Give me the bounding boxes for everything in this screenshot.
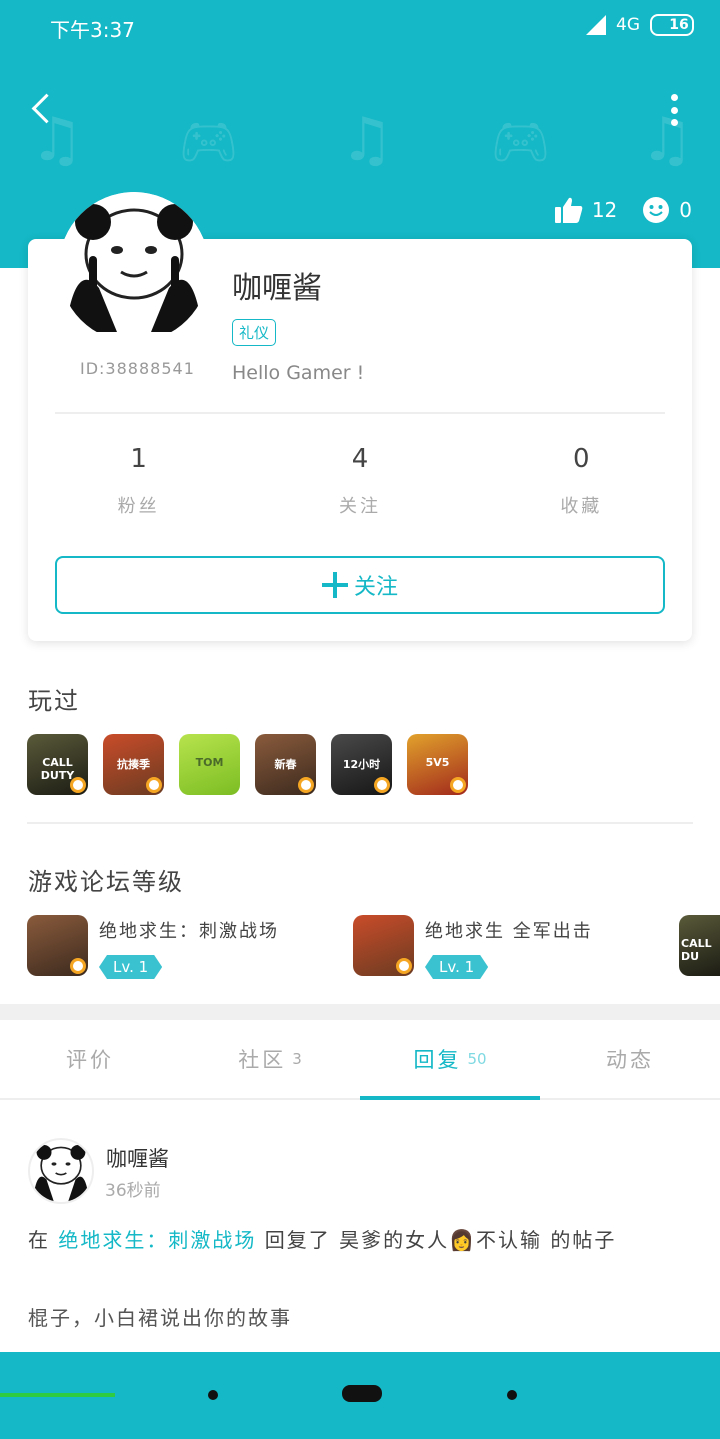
status-bar: 下午3:37 4G 16 [0, 14, 720, 44]
count-label: 收藏 [560, 496, 603, 517]
plus-icon [321, 572, 348, 598]
smile-count: 0 [679, 198, 692, 222]
following-count[interactable]: 4 关注 [249, 444, 470, 518]
tencent-badge-icon [450, 777, 466, 793]
forum-level-item[interactable]: 绝地求生 全军出击 Lv. 1 [353, 915, 593, 979]
forum-level-item[interactable]: 绝地求生：刺激战场 Lv. 1 [27, 915, 279, 979]
tencent-badge-icon [298, 777, 314, 793]
post-prefix: 在 [28, 1228, 50, 1252]
game-icon-pubg-mobile[interactable]: 新春 [255, 734, 316, 795]
count-label: 粉丝 [117, 496, 160, 517]
played-games-list: CALL DUTY 抗揍季 TOM 新春 12小时 5V5 [27, 734, 468, 795]
profile-tabs: 评价 社区 3 回复 50 动态 [0, 1020, 720, 1100]
game-label: 抗揍季 [117, 758, 150, 771]
tab-activity[interactable]: 动态 [540, 1020, 720, 1098]
nav-indicator-line [0, 1393, 115, 1397]
count-value: 1 [130, 444, 147, 474]
game-icon-pubg-full [353, 915, 414, 976]
gamepad-icon: 🎮︎ [490, 114, 551, 170]
profile-card: ID:38888541 咖喱酱 礼仪 Hello Gamer ! 1 粉丝 4 … [28, 192, 692, 641]
forum-level-title: 游戏论坛等级 [28, 868, 184, 896]
post-action: 回复了 昊爹的女人 [264, 1228, 450, 1252]
gamepad-icon: 🎮︎ [178, 114, 239, 170]
game-icon-pubg-full[interactable]: 抗揍季 [103, 734, 164, 795]
tab-label: 社区 [238, 1048, 287, 1072]
fans-count[interactable]: 1 粉丝 [28, 444, 249, 518]
status-time: 下午3:37 [50, 18, 135, 42]
tencent-badge-icon [70, 958, 86, 974]
game-label: 12小时 [342, 758, 381, 771]
post-body[interactable]: 棍子，小白裙说出你的故事 [28, 1302, 292, 1331]
post-author-avatar[interactable] [28, 1138, 94, 1204]
tab-replies[interactable]: 回复 50 [360, 1020, 540, 1100]
battery-level: 16 [669, 17, 689, 33]
game-icon-call-of-duty[interactable]: CALL DUTY [27, 734, 88, 795]
count-value: 4 [351, 444, 369, 474]
tencent-badge-icon [146, 777, 162, 793]
tab-count: 3 [292, 1050, 302, 1068]
tab-community[interactable]: 社区 3 [180, 1020, 360, 1098]
game-icon-talking-tom[interactable]: TOM [179, 734, 240, 795]
count-value: 0 [573, 444, 590, 474]
post-timestamp: 36秒前 [105, 1181, 161, 1201]
count-label: 关注 [338, 496, 381, 517]
forum-name: 绝地求生：刺激战场 [99, 921, 279, 942]
section-separator [0, 1004, 720, 1020]
game-label: TOM [195, 756, 224, 769]
more-options-icon[interactable] [664, 90, 684, 130]
signal-icon [586, 15, 606, 35]
follow-button[interactable]: 关注 [55, 556, 665, 614]
smile-icon[interactable] [641, 195, 671, 225]
follow-label: 关注 [353, 575, 398, 600]
post-suffix: 不认输 的帖子 [475, 1228, 617, 1252]
profile-reactions: 12 0 [554, 195, 692, 225]
system-nav-bar [0, 1352, 720, 1439]
nav-menu-button[interactable] [208, 1390, 218, 1400]
game-icon-honor-of-kings[interactable]: 5V5 [407, 734, 468, 795]
username: 咖喱酱 [232, 271, 322, 306]
divider [55, 412, 665, 414]
back-arrow-icon[interactable] [26, 90, 62, 130]
tab-label: 回复 [413, 1048, 462, 1072]
tencent-badge-icon [70, 777, 86, 793]
tencent-badge-icon [374, 777, 390, 793]
tab-label: 动态 [606, 1048, 654, 1072]
forum-link[interactable]: 绝地求生：刺激战场 [58, 1228, 256, 1252]
profile-counts: 1 粉丝 4 关注 0 收藏 [28, 444, 692, 518]
level-badge: Lv. 1 [425, 955, 488, 979]
user-id: ID:38888541 [80, 359, 195, 378]
game-icon-call-of-duty[interactable]: CALL DU [679, 915, 720, 976]
woman-emoji-icon: 👩 [449, 1228, 476, 1252]
post-summary: 在 绝地求生：刺激战场 回复了 昊爹的女人👩不认输 的帖子 [28, 1222, 692, 1258]
played-section-title: 玩过 [28, 687, 80, 715]
level-badge: Lv. 1 [99, 955, 162, 979]
avatar[interactable] [59, 192, 209, 342]
forum-name: 绝地求生 全军出击 [425, 921, 593, 942]
like-count: 12 [591, 198, 618, 222]
divider [27, 822, 693, 824]
tencent-badge-icon [396, 958, 412, 974]
nav-back-button[interactable] [507, 1390, 517, 1400]
thumbs-up-icon[interactable] [554, 195, 584, 225]
game-icon-pubg-mobile [27, 915, 88, 976]
network-type: 4G [616, 15, 640, 35]
tab-count: 50 [467, 1050, 487, 1068]
game-label: 新春 [274, 758, 297, 771]
user-bio: Hello Gamer ! [232, 362, 365, 384]
music-note-icon: ♫ [340, 105, 394, 175]
game-label: 5V5 [425, 756, 450, 769]
user-tag: 礼仪 [232, 319, 277, 346]
game-label: CALL DU [681, 937, 712, 963]
game-icon-shooter[interactable]: 12小时 [331, 734, 392, 795]
battery-icon: 16 [650, 14, 694, 36]
favorites-count[interactable]: 0 收藏 [471, 444, 692, 518]
tab-reviews[interactable]: 评价 [0, 1020, 180, 1098]
post-author-name[interactable]: 咖喱酱 [106, 1143, 169, 1173]
nav-home-button[interactable] [342, 1385, 382, 1402]
tab-label: 评价 [66, 1048, 114, 1072]
